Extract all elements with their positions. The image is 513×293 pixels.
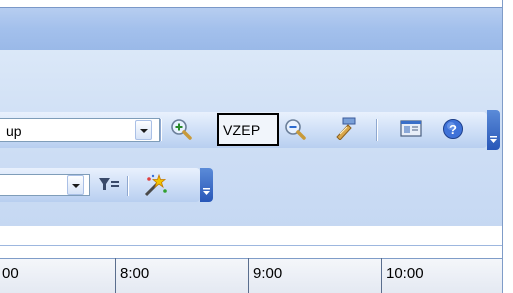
- window-top-border: [0, 0, 502, 8]
- print-preview-icon[interactable]: [400, 119, 422, 141]
- secondary-toolbar-options-grip[interactable]: [200, 168, 213, 202]
- zoom-in-icon[interactable]: [170, 118, 192, 140]
- help-icon[interactable]: ?: [442, 118, 464, 140]
- toolbar-separator: [127, 176, 128, 196]
- scheduler-window: up VZEP ? 00 8:00 9:00 10:00: [0, 0, 513, 293]
- group-combobox-value: up: [6, 123, 22, 139]
- time-slot-label: 10:00: [386, 265, 424, 282]
- secondary-combobox-dropdown-button[interactable]: [67, 175, 84, 195]
- group-combobox-dropdown-button[interactable]: [135, 120, 152, 140]
- zoom-out-icon[interactable]: [284, 118, 306, 140]
- vzep-button[interactable]: VZEP: [217, 113, 279, 146]
- time-slot-label: 00: [2, 265, 19, 282]
- magic-wand-icon[interactable]: [142, 173, 167, 197]
- main-toolbar-options-grip[interactable]: [487, 110, 500, 150]
- title-bar: [0, 8, 502, 50]
- toolbar-separator: [160, 119, 161, 141]
- time-slot-header[interactable]: 00: [0, 258, 115, 293]
- time-slot-header[interactable]: 10:00: [381, 258, 502, 293]
- filter-icon[interactable]: [98, 175, 120, 197]
- svg-text:?: ?: [449, 122, 457, 137]
- header-strip: [0, 245, 502, 258]
- window-right-border: [502, 0, 513, 293]
- chevron-down-icon: [490, 136, 497, 144]
- chevron-down-icon: [203, 188, 210, 196]
- toolbar-separator: [376, 119, 377, 141]
- time-slot-label: 9:00: [253, 265, 283, 282]
- vzep-button-label: VZEP: [223, 122, 261, 138]
- time-slot-header[interactable]: 9:00: [248, 258, 381, 293]
- time-slot-header[interactable]: 8:00: [115, 258, 248, 293]
- properties-icon[interactable]: [334, 116, 356, 141]
- time-slot-label: 8:00: [120, 265, 150, 282]
